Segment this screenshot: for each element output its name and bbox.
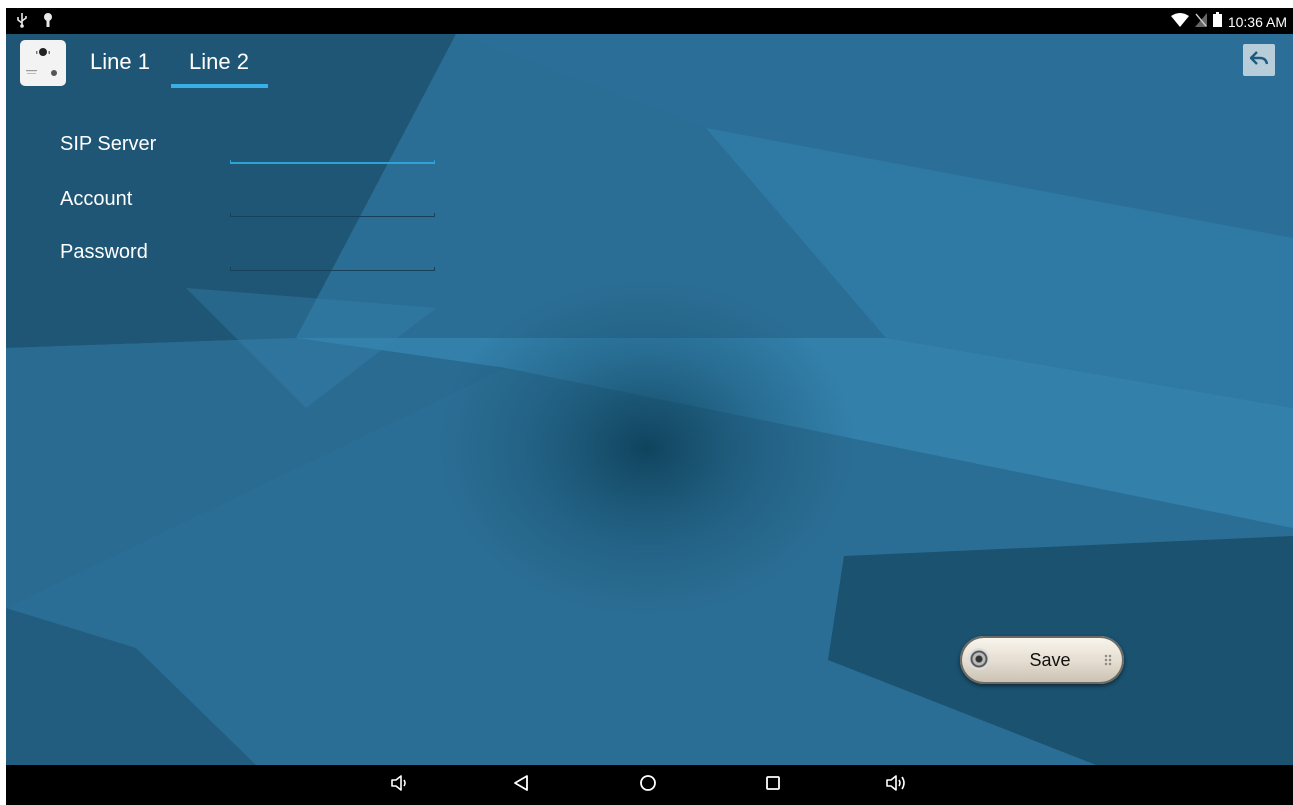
- tab-line-1[interactable]: Line 1: [82, 34, 158, 89]
- status-bar: 10:36 AM: [6, 8, 1293, 34]
- password-underline: [230, 267, 435, 271]
- speaker-grille-icon: [968, 648, 990, 670]
- nav-back-button[interactable]: [508, 773, 534, 797]
- navigation-bar: [6, 765, 1293, 805]
- volume-down-button[interactable]: [387, 773, 413, 797]
- password-input[interactable]: [230, 243, 435, 269]
- volume-up-button[interactable]: [884, 773, 910, 797]
- account-input[interactable]: [230, 189, 435, 215]
- status-bar-right: 10:36 AM: [1170, 12, 1287, 32]
- app-bar: Line 1 Line 2: [6, 34, 1293, 91]
- status-bar-left: [16, 12, 64, 31]
- doorbell-app-icon: [20, 40, 66, 86]
- nav-recents-button[interactable]: [760, 773, 786, 797]
- android-screen: 10:36 AM Line 1 Line 2 SIP Server Accoun…: [6, 8, 1293, 805]
- usb-icon: [16, 13, 32, 31]
- background-wallpaper: [6, 8, 1293, 805]
- account-label: Account: [60, 188, 133, 210]
- save-button-label: Save: [1029, 650, 1071, 670]
- home-icon: [639, 774, 657, 797]
- grip-dots-icon: [1104, 654, 1112, 666]
- recents-icon: [765, 775, 781, 796]
- tab-selected-indicator: [171, 84, 268, 88]
- back-icon: [513, 774, 529, 797]
- debug-icon: [42, 13, 54, 31]
- wifi-icon: [1170, 12, 1189, 32]
- sip-server-underline: [230, 160, 435, 164]
- sip-server-label: SIP Server: [60, 133, 157, 155]
- account-underline: [230, 213, 435, 217]
- volume-up-icon: [885, 774, 909, 797]
- nav-home-button[interactable]: [635, 773, 661, 797]
- battery-icon: [1212, 12, 1222, 32]
- no-sim-icon: [1194, 12, 1207, 32]
- save-button[interactable]: Save: [960, 636, 1124, 684]
- password-label: Password: [60, 241, 148, 263]
- volume-down-icon: [390, 774, 410, 797]
- sip-server-input[interactable]: [230, 135, 435, 161]
- reply-back-button[interactable]: [1243, 44, 1275, 76]
- status-time: 10:36 AM: [1227, 14, 1287, 30]
- reply-back-icon: [1249, 50, 1269, 71]
- tab-line-2[interactable]: Line 2: [170, 34, 268, 89]
